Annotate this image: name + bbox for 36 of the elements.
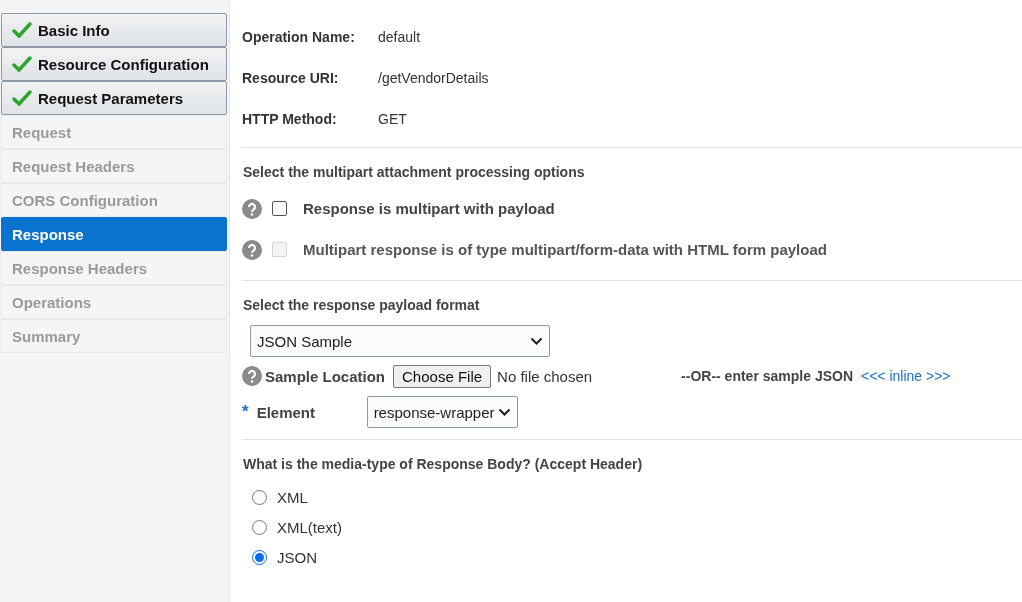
help-icon[interactable] — [242, 239, 262, 260]
sidebar-item[interactable]: Resource Configuration — [1, 47, 227, 81]
field-value: GET — [378, 110, 407, 127]
or-text: --OR-- enter sample JSON — [681, 368, 853, 384]
checkmark-icon — [12, 22, 32, 38]
choose-file-button[interactable]: Choose File — [393, 364, 492, 388]
inline-link[interactable]: <<< inline >>> — [861, 368, 951, 384]
field-label: Element — [256, 403, 316, 421]
file-status: No file chosen — [497, 367, 594, 385]
sidebar-item[interactable]: Response — [1, 217, 227, 251]
caret-icon — [530, 336, 543, 346]
section-heading: Select the response payload format — [242, 296, 481, 315]
field-label: Sample Location — [265, 367, 386, 385]
section-heading: What is the media-type of Response Body? (Accept Header) — [242, 455, 644, 474]
sidebar-item[interactable]: Basic Info — [1, 13, 227, 47]
checkbox-label: Multipart response is of type multipart/form-data with HTML form payload — [303, 241, 827, 258]
radio-label: XML(text) — [277, 518, 342, 536]
field-label: HTTP Method: — [242, 110, 338, 127]
checkmark-icon — [12, 90, 32, 106]
required-asterisk: * — [242, 402, 249, 422]
format-dropdown[interactable]: JSON Sample — [250, 325, 550, 357]
field-label: Operation Name: — [242, 28, 356, 45]
element-dropdown[interactable]: response-wrapper — [366, 396, 518, 428]
field-label: Resource URI: — [242, 69, 340, 86]
checkbox[interactable] — [272, 201, 287, 216]
sidebar-item[interactable]: Request Parameters — [1, 81, 227, 115]
checkbox-label: Response is multipart with payload — [303, 200, 555, 217]
checkmark-icon — [12, 56, 32, 72]
radio-label: JSON — [277, 548, 317, 566]
field-value: /getVendorDetails — [378, 69, 489, 86]
help-icon[interactable] — [242, 198, 262, 219]
section-heading: Select the multipart attachment processing options — [242, 163, 586, 182]
radio-label: XML — [277, 488, 308, 506]
caret-icon — [497, 407, 511, 417]
help-icon[interactable] — [242, 366, 262, 386]
field-value: default — [378, 28, 421, 45]
